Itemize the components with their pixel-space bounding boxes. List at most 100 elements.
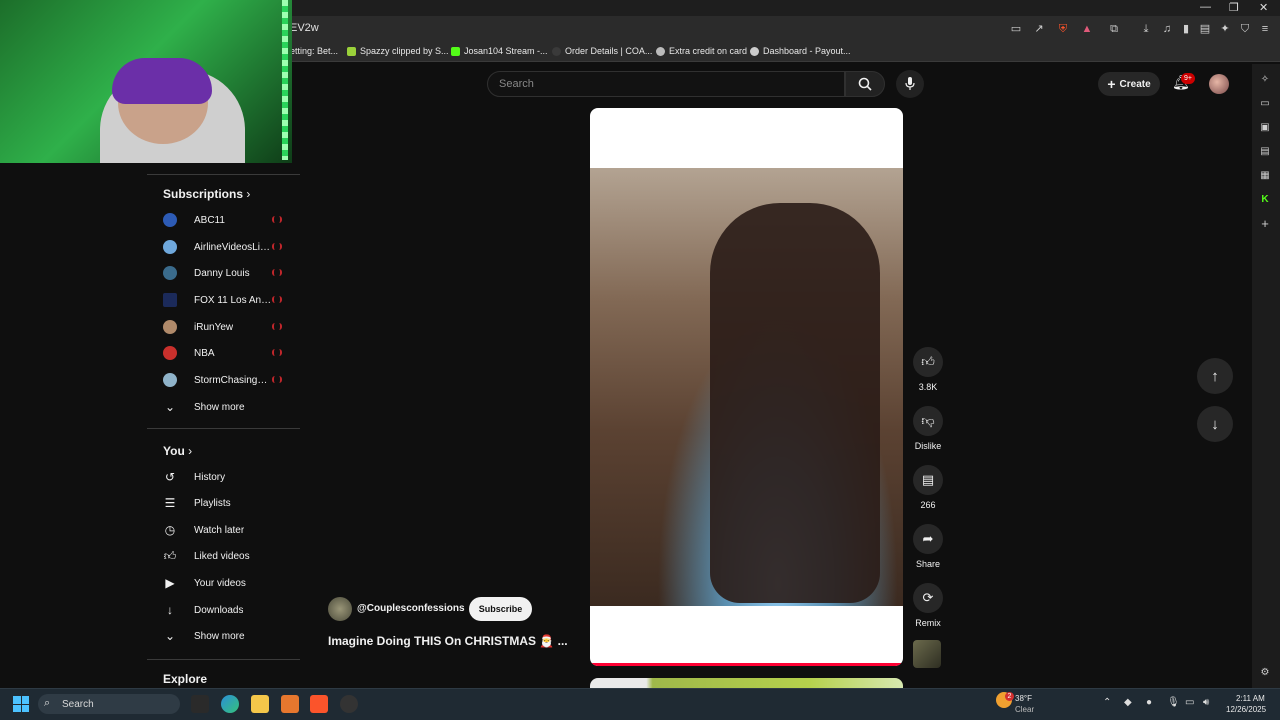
create-button[interactable]: + Create <box>1098 72 1160 96</box>
sidebar-item-nba[interactable]: NBA <box>163 343 288 363</box>
bookmark-item[interactable]: Josan104 Stream -... <box>451 46 548 56</box>
kick-icon[interactable]: K <box>1258 193 1272 207</box>
history-icon[interactable]: ▦ <box>1258 169 1272 183</box>
taskbar-search-input[interactable]: Search <box>38 694 180 714</box>
microphone-icon[interactable]: 🎙︎ <box>1167 697 1180 708</box>
sidebar-item-abc11[interactable]: ABC11 <box>163 210 288 230</box>
sidebar-item-watch-later[interactable]: ◷ Watch later <box>163 520 288 540</box>
thumbs-up-icon: 👍︎ <box>163 548 177 563</box>
channel-name[interactable]: @Couplesconfessions <box>357 603 465 614</box>
volume-icon[interactable]: 🔊︎ <box>1203 697 1209 708</box>
video-progress-bar[interactable] <box>590 663 903 666</box>
live-indicator-icon <box>272 376 282 383</box>
webcam-overlay <box>0 0 292 163</box>
bookmarks-icon[interactable]: ▤ <box>1258 145 1272 159</box>
sidebar-item-stormchasing[interactable]: StormChasingVi... <box>163 370 288 390</box>
search-input[interactable]: Search <box>487 71 845 97</box>
led-strip <box>282 0 288 160</box>
channel-avatar <box>163 240 177 254</box>
bookmark-item[interactable]: etting: Bet... <box>290 46 338 56</box>
sidebar-item-irunyew[interactable]: iRunYew <box>163 317 288 337</box>
brave-rewards-icon[interactable]: ▲ <box>1080 22 1094 36</box>
add-panel-icon[interactable]: + <box>1258 217 1272 231</box>
reading-list-icon[interactable]: ▭ <box>1258 97 1272 111</box>
share-button[interactable]: ➦ <box>913 524 943 554</box>
show-more-subscriptions[interactable]: ⌄ Show more <box>163 397 288 417</box>
subscribe-button[interactable]: Subscribe <box>469 597 532 621</box>
sidebar-item-history[interactable]: ↺ History <box>163 467 288 487</box>
bookmark-favicon <box>552 46 561 56</box>
clock-date[interactable]: 12/26/2025 <box>1226 705 1266 714</box>
task-view-icon[interactable] <box>191 695 209 713</box>
divider <box>147 174 300 175</box>
remix-button[interactable]: ⟳ <box>913 583 943 613</box>
share-label: Share <box>915 559 941 569</box>
bookmark-item[interactable]: Order Details | COA... <box>552 46 652 56</box>
channel-avatar <box>163 266 177 280</box>
voice-search-button[interactable] <box>896 70 924 98</box>
previous-short-button[interactable]: ↑ <box>1197 358 1233 394</box>
file-explorer-icon[interactable] <box>251 695 269 713</box>
windows-start-icon[interactable] <box>13 696 29 712</box>
url-text[interactable]: EV2w <box>290 22 319 34</box>
sidebar-item-airlinevideoslive[interactable]: AirlineVideosLive+ <box>163 237 288 257</box>
next-short-button[interactable]: ↓ <box>1197 406 1233 442</box>
wallet-icon[interactable]: ▣ <box>1258 121 1272 135</box>
search-button[interactable] <box>845 71 885 97</box>
minimize-icon[interactable]: — <box>1200 1 1211 13</box>
channel-avatar <box>163 346 177 360</box>
network-icon[interactable]: ▭ <box>1185 697 1194 708</box>
sidebar-item-danny-louis[interactable]: Danny Louis <box>163 263 288 283</box>
restore-icon[interactable]: ❐ <box>1229 1 1239 14</box>
bookmark-item[interactable]: Dashboard - Payout... <box>750 46 851 56</box>
brave-shield-icon[interactable]: ⛨ <box>1056 22 1070 36</box>
bookmark-item[interactable]: Spazzy clipped by S... <box>347 46 449 56</box>
extensions-icon[interactable]: ⧉ <box>1107 22 1121 36</box>
sidebar-item-playlists[interactable]: ☰ Playlists <box>163 493 288 513</box>
short-video-player[interactable] <box>590 108 903 666</box>
sidebar-item-your-videos[interactable]: ▶ Your videos <box>163 573 288 593</box>
comments-button[interactable]: ▤ <box>913 465 943 495</box>
like-button[interactable]: 👍︎ <box>913 347 943 377</box>
cast-icon[interactable]: ▭ <box>1009 22 1023 36</box>
sidebar-item-liked-videos[interactable]: 👍︎ Liked videos <box>163 546 288 566</box>
channel-avatar[interactable] <box>328 597 352 621</box>
obs-icon[interactable] <box>340 695 358 713</box>
sidebar-item-label: Watch later <box>194 524 245 536</box>
edge-icon[interactable] <box>221 695 239 713</box>
bookmark-item[interactable]: Extra credit on card <box>656 46 747 56</box>
brave-icon[interactable] <box>310 695 328 713</box>
video-icon: ▶ <box>165 576 175 590</box>
bookmark-favicon <box>347 46 356 56</box>
sound-thumbnail[interactable] <box>913 640 941 668</box>
close-icon[interactable]: ✕ <box>1259 1 1268 14</box>
sidebar-item-downloads[interactable]: ↓ Downloads <box>163 600 288 620</box>
video-title[interactable]: Imagine Doing THIS On CHRISTMAS 🎅 ... <box>328 634 568 648</box>
leo-ai-icon[interactable]: ✦ <box>1218 22 1232 36</box>
vpn-icon[interactable]: ⛉ <box>1238 22 1252 36</box>
sidebar-item-label: Your videos <box>194 577 246 589</box>
avatar[interactable] <box>1209 74 1229 94</box>
chevron-up-icon[interactable]: ⌃ <box>1103 697 1111 708</box>
download-icon[interactable]: ⤓ <box>1139 22 1153 36</box>
wallet-icon[interactable]: ▤ <box>1198 22 1212 36</box>
dislike-button[interactable]: 👎︎ <box>913 406 943 436</box>
menu-icon[interactable]: ≡ <box>1258 22 1272 36</box>
subscriptions-heading[interactable]: Subscriptions › <box>163 187 250 201</box>
settings-gear-icon[interactable]: ⚙ <box>1258 666 1272 680</box>
live-indicator-icon <box>272 296 282 303</box>
tray-app-icon[interactable]: ● <box>1146 697 1152 708</box>
show-more-you[interactable]: ⌄ Show more <box>163 626 288 646</box>
leo-icon[interactable]: ✧ <box>1258 73 1272 87</box>
comment-count: 266 <box>920 500 936 510</box>
share-icon[interactable]: ↗ <box>1032 22 1046 36</box>
clock-time[interactable]: 2:11 AM <box>1236 694 1265 703</box>
sidebar-item-fox11[interactable]: FOX 11 Los Ang... <box>163 290 288 310</box>
sidebar-item-label: StormChasingVi... <box>194 374 272 386</box>
app-icon[interactable] <box>281 695 299 713</box>
tray-app-icon[interactable]: ◆ <box>1124 697 1132 708</box>
music-icon[interactable]: ♫ <box>1160 22 1174 36</box>
you-heading[interactable]: You › <box>163 444 192 458</box>
sidebar-item-label: ABC11 <box>194 214 225 226</box>
sidebar-toggle-icon[interactable]: ▮ <box>1179 22 1193 36</box>
